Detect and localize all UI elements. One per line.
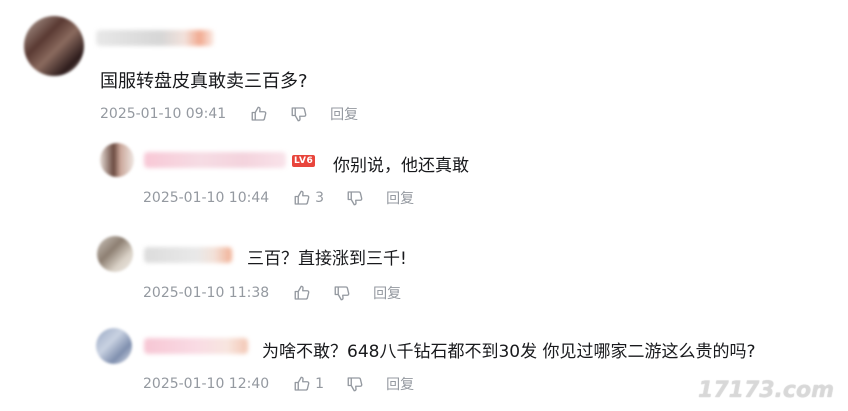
username[interactable] [96, 30, 214, 46]
like-button[interactable] [293, 284, 311, 302]
reply-meta: 2025-01-10 11:38 回复 [143, 283, 401, 303]
thumbs-down-icon [334, 286, 350, 301]
username[interactable] [144, 152, 286, 168]
thumbs-down-icon [347, 377, 363, 392]
like-count: 1 [315, 376, 325, 392]
comment-meta: 2025-01-10 09:41 回复 [100, 104, 358, 124]
timestamp: 2025-01-10 11:38 [143, 285, 270, 301]
reply-button[interactable]: 回复 [386, 374, 414, 394]
reply-item: LV6 你别说，他还真敢 2025-01-10 10:44 3 回复 [0, 130, 848, 220]
like-button[interactable]: 1 [293, 375, 324, 393]
dislike-button[interactable] [346, 375, 364, 393]
reply-item: 三百？直接涨到三千! 2025-01-10 11:38 回复 [0, 225, 848, 315]
thumbs-up-icon [294, 376, 310, 391]
timestamp: 2025-01-10 10:44 [143, 190, 270, 206]
dislike-button[interactable] [346, 189, 364, 207]
thumbs-up-icon [294, 285, 310, 300]
timestamp: 2025-01-10 09:41 [100, 106, 227, 122]
reply-text: 为啥不敢？648八千钻石都不到30发 你见过哪家二游这么贵的吗? [262, 342, 756, 362]
reply-text: 你别说，他还真敢 [333, 156, 469, 176]
username[interactable] [144, 247, 232, 263]
reply-meta: 2025-01-10 10:44 3 回复 [143, 188, 414, 208]
like-button[interactable] [250, 105, 268, 123]
reply-button[interactable]: 回复 [386, 188, 414, 208]
like-button[interactable]: 3 [293, 189, 324, 207]
reply-button[interactable]: 回复 [373, 283, 401, 303]
reply-text: 三百？直接涨到三千! [247, 249, 407, 269]
reply-meta: 2025-01-10 12:40 1 回复 [143, 374, 414, 394]
reply-button[interactable]: 回复 [330, 104, 358, 124]
avatar[interactable] [96, 328, 132, 364]
dislike-button[interactable] [290, 105, 308, 123]
watermark-logo: 17173.com [698, 378, 834, 403]
thumbs-up-icon [251, 106, 267, 121]
dislike-button[interactable] [333, 284, 351, 302]
thumbs-down-icon [291, 107, 307, 122]
like-count: 3 [315, 190, 325, 206]
avatar[interactable] [97, 236, 133, 272]
avatar[interactable] [100, 143, 134, 177]
thumbs-up-icon [294, 190, 310, 205]
level-badge: LV6 [292, 155, 316, 167]
comment-item: 国服转盘皮真敢卖三百多? 2025-01-10 09:41 回复 [0, 0, 848, 130]
comment-text: 国服转盘皮真敢卖三百多? [100, 71, 308, 92]
timestamp: 2025-01-10 12:40 [143, 376, 270, 392]
thumbs-down-icon [347, 191, 363, 206]
avatar[interactable] [24, 16, 84, 76]
username[interactable] [144, 338, 248, 354]
